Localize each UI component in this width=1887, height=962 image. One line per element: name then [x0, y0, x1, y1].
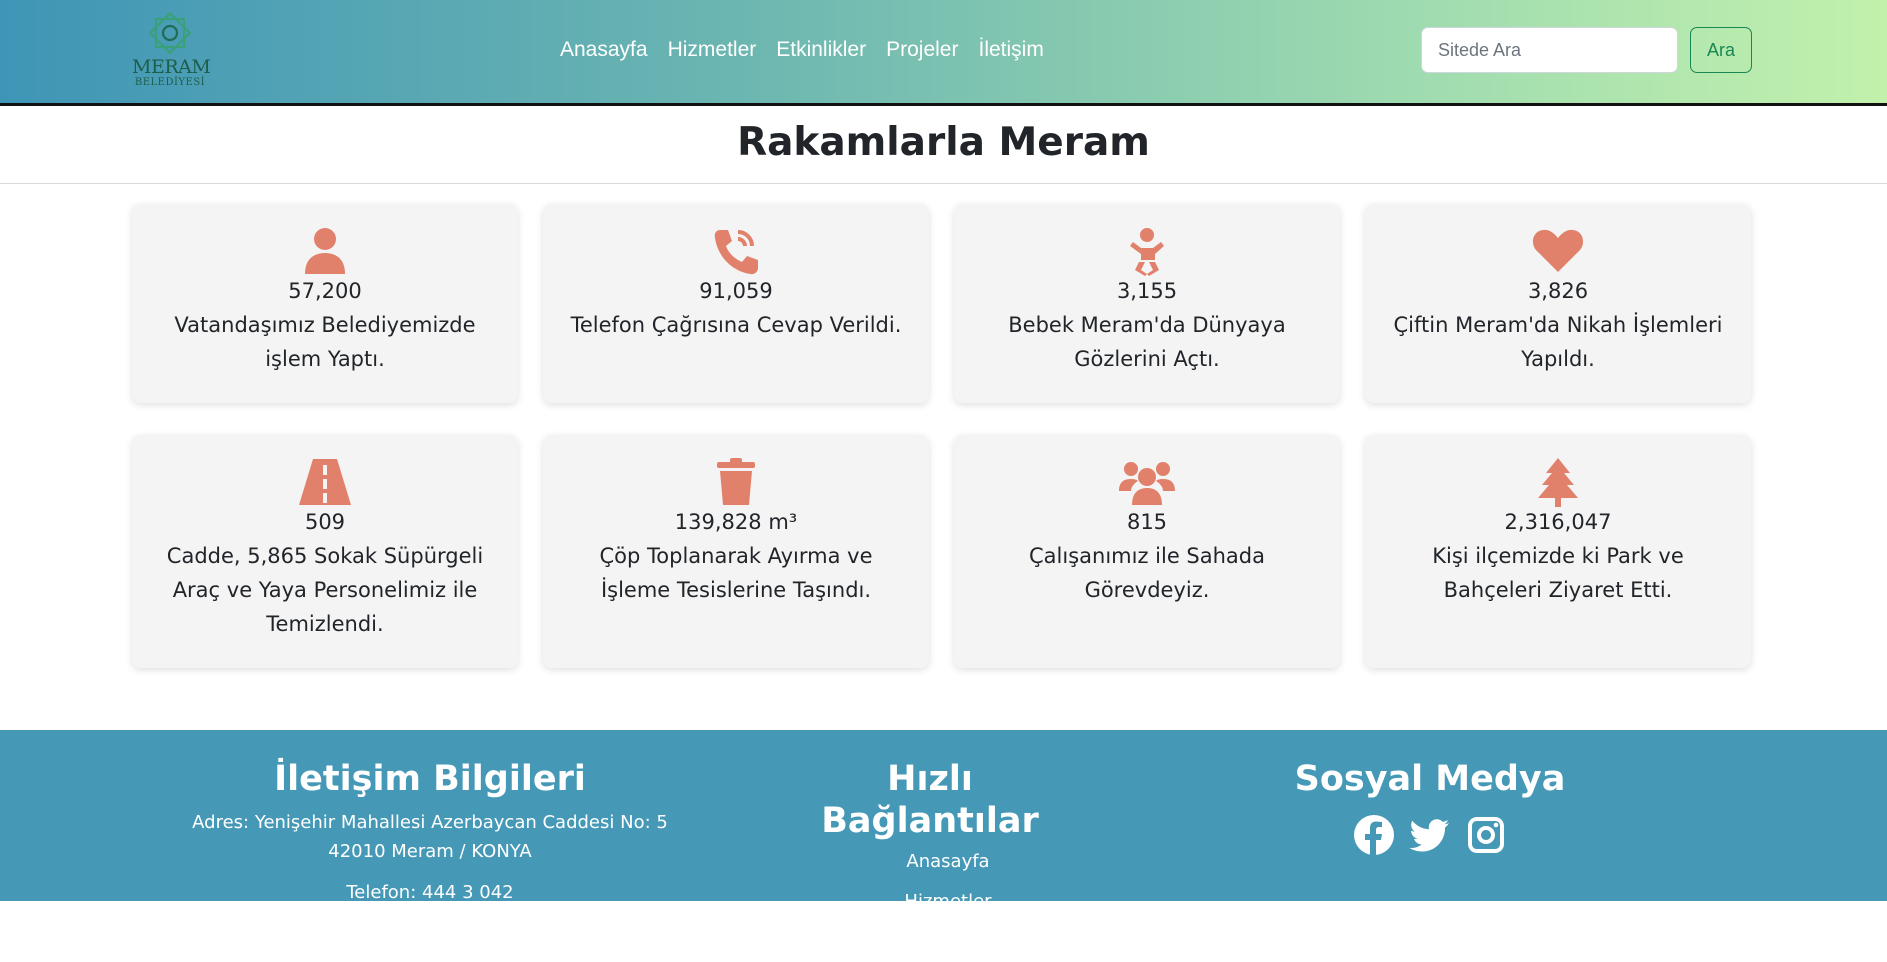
stat-card: 509 Cadde, 5,865 Sokak Süpürgeli Araç ve… — [132, 435, 518, 668]
nav-anasayfa[interactable]: Anasayfa — [560, 36, 648, 64]
footer-contact-title: İletişim Bilgileri — [274, 759, 586, 799]
stat-value: 139,828 m³ — [674, 510, 798, 534]
stat-value: 2,316,047 — [1504, 510, 1612, 534]
site-header: MERAM BELEDİYESİ Anasayfa Hizmetler Etki… — [0, 0, 1887, 106]
footer-phone: Telefon: 444 3 042 — [346, 882, 514, 903]
stat-description: Çöp Toplanarak Ayırma ve İşleme Tesisler… — [599, 544, 873, 602]
nav-iletisim[interactable]: İletişim — [978, 36, 1043, 64]
stat-description: Cadde, 5,865 Sokak Süpürgeli Araç ve Yay… — [166, 544, 484, 636]
stat-description: Çalışanımız ile Sahada Görevdeyiz. — [1029, 544, 1265, 602]
trash-icon — [708, 457, 764, 507]
heart-icon — [1530, 226, 1586, 276]
facebook-icon[interactable] — [1353, 814, 1395, 856]
logo-title: MERAM — [132, 56, 211, 78]
stat-card: 3,155 Bebek Meram'da Dünyaya Gözlerini A… — [954, 204, 1340, 403]
search-input[interactable] — [1421, 27, 1678, 73]
logo-emblem-icon — [148, 11, 192, 55]
stat-description: Çiftin Meram'da Nikah İşlemleri Yapıldı. — [1393, 313, 1723, 371]
section-header: Rakamlarla Meram — [0, 106, 1887, 184]
tree-icon — [1530, 457, 1586, 507]
stat-card: 57,200 Vatandaşımız Belediyemizde işlem … — [132, 204, 518, 403]
road-icon — [297, 457, 353, 507]
stat-card: 3,826 Çiftin Meram'da Nikah İşlemleri Ya… — [1365, 204, 1751, 403]
stat-description: Kişi ilçemizde ki Park ve Bahçeleri Ziya… — [1432, 544, 1684, 602]
stat-card: 139,828 m³ Çöp Toplanarak Ayırma ve İşle… — [543, 435, 929, 668]
footer-address-line2: 42010 Meram / KONYA — [328, 841, 532, 862]
footer-address-line1: Adres: Yenişehir Mahallesi Azerbaycan Ca… — [192, 812, 668, 833]
stat-value: 815 — [1126, 510, 1168, 534]
nav-hizmetler[interactable]: Hizmetler — [668, 36, 757, 64]
footer-social: Sosyal Medya — [1280, 758, 1580, 856]
stat-value: 509 — [304, 510, 346, 534]
meram-logo[interactable]: MERAM BELEDİYESİ — [132, 8, 211, 92]
footer-contact: İletişim Bilgileri Adres: Yenişehir Maha… — [190, 758, 670, 907]
stat-description: Telefon Çağrısına Cevap Verildi. — [570, 313, 902, 337]
footer-social-title: Sosyal Medya — [1294, 759, 1566, 799]
footer-quick-links: Hızlı Bağlantılar Anasayfa Hizmetler Etk… — [780, 758, 1080, 962]
stat-value: 3,155 — [1116, 279, 1178, 303]
search-button[interactable]: Ara — [1690, 27, 1752, 73]
footer-link-anasayfa[interactable]: Anasayfa — [816, 842, 1080, 882]
user-icon — [297, 226, 353, 276]
stat-card: 91,059 Telefon Çağrısına Cevap Verildi. — [543, 204, 929, 403]
users-icon — [1119, 457, 1175, 507]
nav-projeler[interactable]: Projeler — [886, 36, 958, 64]
stat-card: 815 Çalışanımız ile Sahada Görevdeyiz. — [954, 435, 1340, 668]
twitter-icon[interactable] — [1409, 814, 1451, 856]
site-footer: İletişim Bilgileri Adres: Yenişehir Maha… — [0, 730, 1887, 952]
stat-value: 57,200 — [288, 279, 362, 303]
footer-link-etkinlikler[interactable]: Etkinlikler — [816, 922, 1080, 962]
main-nav: Anasayfa Hizmetler Etkinlikler Projeler … — [560, 36, 1044, 64]
stat-value: 91,059 — [699, 279, 773, 303]
baby-icon — [1119, 226, 1175, 276]
logo-subtitle: BELEDİYESİ — [134, 77, 206, 88]
stat-description: Vatandaşımız Belediyemizde işlem Yaptı. — [174, 313, 476, 371]
phone-volume-icon — [708, 226, 764, 276]
nav-etkinlikler[interactable]: Etkinlikler — [776, 36, 866, 64]
footer-link-hizmetler[interactable]: Hizmetler — [816, 882, 1080, 922]
page-title: Rakamlarla Meram — [737, 120, 1150, 165]
stat-description: Bebek Meram'da Dünyaya Gözlerini Açtı. — [1008, 313, 1286, 371]
stat-card: 2,316,047 Kişi ilçemizde ki Park ve Bahç… — [1365, 435, 1751, 668]
footer-links-title: Hızlı Bağlantılar — [821, 759, 1039, 841]
stat-value: 3,826 — [1527, 279, 1589, 303]
instagram-icon[interactable] — [1465, 814, 1507, 856]
